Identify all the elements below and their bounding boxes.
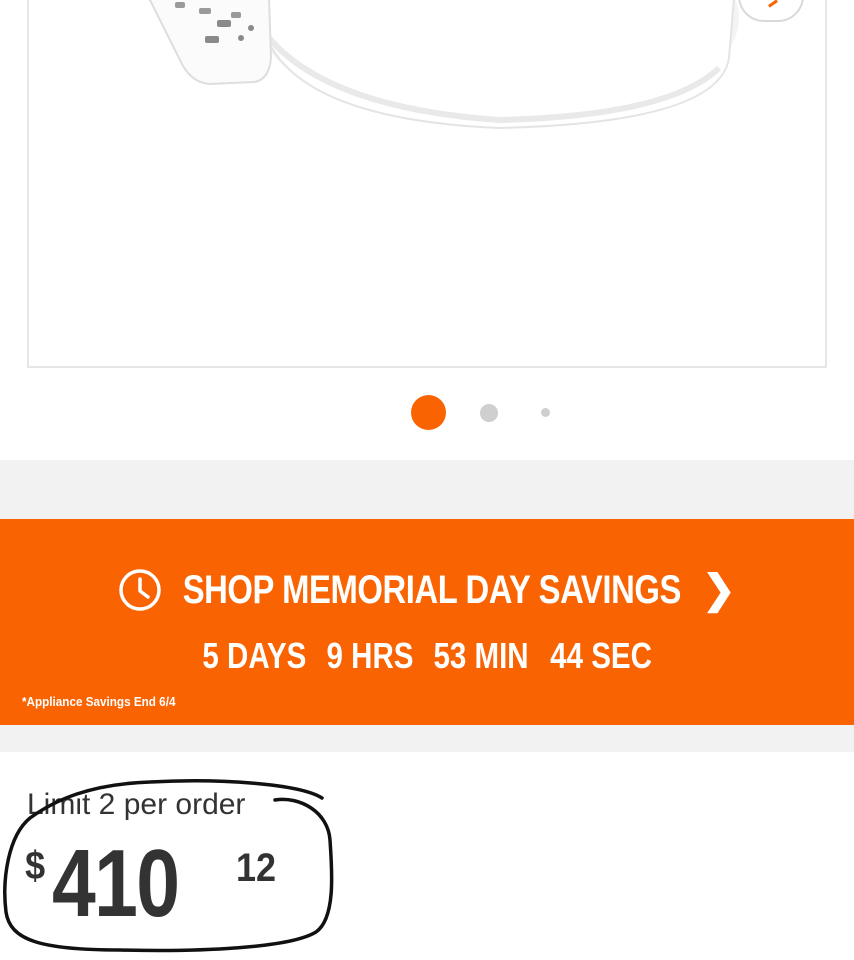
promo-disclaimer: *Appliance Savings End 6/4 — [22, 694, 176, 709]
countdown-hours: 9 HRS — [326, 635, 414, 676]
carousel-dots — [0, 395, 854, 431]
carousel-dot[interactable] — [480, 404, 498, 422]
countdown-timer: 5 DAYS 9 HRS 53 MIN 44 SEC — [0, 635, 854, 679]
price-dollars: 410 — [52, 830, 180, 937]
price-section: Limit 2 per order $ 410 12 — [0, 752, 854, 960]
promo-title: SHOP MEMORIAL DAY SAVINGS — [183, 567, 682, 612]
memorial-day-promo-banner[interactable]: SHOP MEMORIAL DAY SAVINGS ❯ 5 DAYS 9 HRS… — [0, 519, 854, 725]
product-image-frame[interactable] — [27, 0, 827, 368]
product-image — [148, 0, 739, 130]
countdown-minutes: 53 MIN — [433, 635, 529, 676]
product-image-card — [0, 0, 854, 460]
countdown-seconds: 44 SEC — [550, 635, 653, 676]
price-cents: 12 — [236, 846, 277, 890]
price-currency: $ — [25, 844, 46, 888]
countdown-days: 5 DAYS — [201, 635, 306, 676]
carousel-dot[interactable] — [541, 408, 550, 417]
promo-heading: SHOP MEMORIAL DAY SAVINGS ❯ — [0, 565, 854, 615]
purchase-limit: Limit 2 per order — [27, 788, 246, 821]
clock-icon — [119, 569, 162, 611]
carousel-dot-active[interactable] — [411, 395, 446, 430]
chevron-right-icon: ❯ — [702, 568, 736, 612]
